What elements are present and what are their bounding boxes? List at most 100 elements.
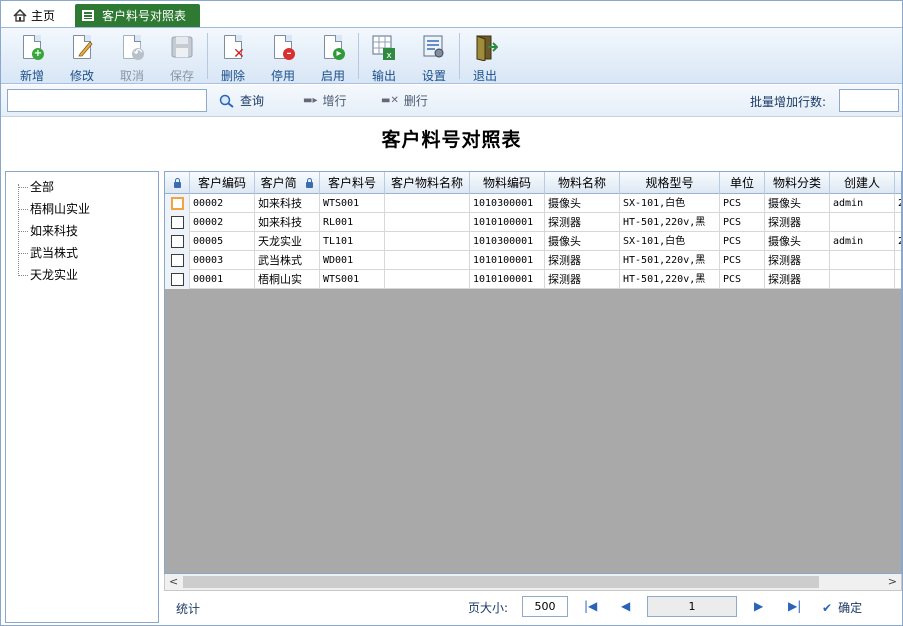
overflow-cell[interactable]: 2 (895, 194, 901, 213)
material-code-cell[interactable]: 1010300001 (470, 194, 545, 213)
material-name-cell[interactable]: 摄像头 (545, 194, 620, 213)
scroll-left-icon[interactable]: < (169, 575, 178, 588)
spec-model-cell[interactable]: HT-501,220v,黑 (620, 270, 720, 289)
row-checkbox[interactable] (170, 273, 184, 286)
overflow-cell[interactable] (895, 213, 901, 232)
scroll-thumb[interactable] (183, 576, 819, 588)
add-button[interactable]: + 新增 (7, 28, 57, 84)
unit-cell[interactable]: PCS (720, 232, 765, 251)
tab-customer-part-mapping[interactable]: 客户料号对照表 (75, 4, 200, 27)
material-code-cell[interactable]: 1010100001 (470, 270, 545, 289)
customer-short-cell[interactable]: 武当株式 (255, 251, 320, 270)
enable-button[interactable]: ▸ 启用 (308, 28, 358, 84)
creator-cell[interactable] (830, 213, 895, 232)
customer-material-name-cell[interactable] (385, 232, 470, 251)
confirm-button[interactable]: ✔ 确定 (822, 599, 862, 616)
creator-cell[interactable] (830, 251, 895, 270)
customer-material-name-cell[interactable] (385, 213, 470, 232)
customer-short-cell[interactable]: 梧桐山实 (255, 270, 320, 289)
header-spec-model[interactable]: 规格型号 (620, 172, 720, 194)
header-lock[interactable] (165, 172, 190, 194)
material-code-cell[interactable]: 1010100001 (470, 213, 545, 232)
row-checkbox[interactable] (170, 254, 184, 267)
horizontal-scrollbar[interactable]: < > (164, 574, 902, 591)
unit-cell[interactable]: PCS (720, 213, 765, 232)
current-page-input[interactable]: 1 (647, 596, 737, 617)
material-name-cell[interactable]: 摄像头 (545, 232, 620, 251)
header-material-code[interactable]: 物料编码 (470, 172, 545, 194)
header-material-category[interactable]: 物料分类 (765, 172, 830, 194)
unit-cell[interactable]: PCS (720, 270, 765, 289)
customer-short-cell[interactable]: 天龙实业 (255, 232, 320, 251)
unit-cell[interactable]: PCS (720, 194, 765, 213)
customer-part-no-cell[interactable]: WTS001 (320, 194, 385, 213)
customer-code-cell[interactable]: 00005 (190, 232, 255, 251)
material-name-cell[interactable]: 探测器 (545, 270, 620, 289)
edit-button[interactable]: 修改 (57, 28, 107, 84)
tree-item-rulai[interactable]: 如来科技 (6, 220, 158, 242)
spec-model-cell[interactable]: HT-501,220v,黑 (620, 251, 720, 270)
row-checkbox[interactable] (170, 216, 184, 229)
material-category-cell[interactable]: 摄像头 (765, 232, 830, 251)
customer-code-cell[interactable]: 00001 (190, 270, 255, 289)
table-row[interactable]: 00001 梧桐山实 WTS001 1010100001 探测器 HT-501,220v,… (165, 270, 901, 289)
row-checkbox[interactable] (170, 235, 184, 248)
next-page-icon[interactable]: ▶ (754, 599, 763, 613)
overflow-cell[interactable] (895, 251, 901, 270)
save-button[interactable]: 保存 (157, 28, 207, 84)
header-customer-code[interactable]: 客户编码 (190, 172, 255, 194)
exit-button[interactable]: 退出 (460, 28, 510, 84)
spec-model-cell[interactable]: SX-101,白色 (620, 232, 720, 251)
query-button[interactable]: 查询 (219, 92, 264, 109)
material-category-cell[interactable]: 探测器 (765, 251, 830, 270)
customer-short-cell[interactable]: 如来科技 (255, 194, 320, 213)
material-code-cell[interactable]: 1010300001 (470, 232, 545, 251)
tree-item-tianlong[interactable]: 天龙实业 (6, 264, 158, 286)
header-customer-material-name[interactable]: 客户物料名称 (385, 172, 470, 194)
material-category-cell[interactable]: 探测器 (765, 270, 830, 289)
first-page-icon[interactable]: |◀ (584, 599, 597, 613)
batch-add-rows-input[interactable] (839, 89, 899, 112)
material-category-cell[interactable]: 摄像头 (765, 194, 830, 213)
material-name-cell[interactable]: 探测器 (545, 213, 620, 232)
overflow-cell[interactable]: 2 (895, 232, 901, 251)
spec-model-cell[interactable]: HT-501,220v,黑 (620, 213, 720, 232)
table-row[interactable]: 00002 如来科技 RL001 1010100001 探测器 HT-501,220v,黑… (165, 213, 901, 232)
header-unit[interactable]: 单位 (720, 172, 765, 194)
tree-item-wutongshan[interactable]: 梧桐山实业 (6, 198, 158, 220)
customer-material-name-cell[interactable] (385, 270, 470, 289)
material-name-cell[interactable]: 探测器 (545, 251, 620, 270)
customer-short-cell[interactable]: 如来科技 (255, 213, 320, 232)
export-button[interactable]: x 输出 (359, 28, 409, 84)
header-customer-short[interactable]: 客户简 (255, 172, 320, 194)
customer-material-name-cell[interactable] (385, 194, 470, 213)
delete-row-button[interactable]: ▬✕ 删行 (381, 92, 428, 109)
row-checkbox[interactable] (170, 197, 184, 210)
unit-cell[interactable]: PCS (720, 251, 765, 270)
tab-home[interactable]: 主页 (7, 5, 61, 25)
overflow-cell[interactable] (895, 270, 901, 289)
table-row[interactable]: 00003 武当株式 WD001 1010100001 探测器 HT-501,220v,黑… (165, 251, 901, 270)
scroll-right-icon[interactable]: > (888, 575, 897, 588)
cancel-button[interactable]: ↶ 取消 (107, 28, 157, 84)
tree-item-wudang[interactable]: 武当株式 (6, 242, 158, 264)
search-input[interactable] (7, 89, 207, 112)
header-customer-part-no[interactable]: 客户料号 (320, 172, 385, 194)
creator-cell[interactable]: admin (830, 194, 895, 213)
disable-button[interactable]: – 停用 (258, 28, 308, 84)
customer-part-no-cell[interactable]: WTS001 (320, 270, 385, 289)
material-category-cell[interactable]: 探测器 (765, 213, 830, 232)
spec-model-cell[interactable]: SX-101,白色 (620, 194, 720, 213)
table-row[interactable]: 00002 如来科技 WTS001 1010300001 摄像头 SX-101,白色 PCS… (165, 194, 901, 213)
last-page-icon[interactable]: ▶| (788, 599, 801, 613)
add-row-button[interactable]: ▬▸ 增行 (303, 92, 346, 109)
customer-part-no-cell[interactable]: TL101 (320, 232, 385, 251)
settings-button[interactable]: 设置 (409, 28, 459, 84)
customer-code-cell[interactable]: 00003 (190, 251, 255, 270)
customer-part-no-cell[interactable]: WD001 (320, 251, 385, 270)
delete-button[interactable]: ✕ 删除 (208, 28, 258, 84)
customer-code-cell[interactable]: 00002 (190, 194, 255, 213)
table-row[interactable]: 00005 天龙实业 TL101 1010300001 摄像头 SX-101,白色 PCS 摄… (165, 232, 901, 251)
creator-cell[interactable]: admin (830, 232, 895, 251)
header-material-name[interactable]: 物料名称 (545, 172, 620, 194)
